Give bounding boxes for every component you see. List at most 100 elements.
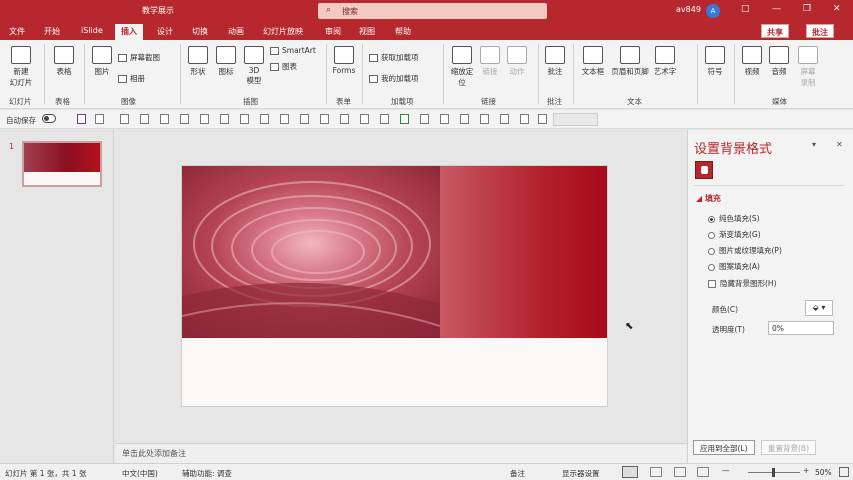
qat-tool-icon[interactable] — [300, 114, 309, 124]
share-button[interactable]: 共享 — [761, 24, 789, 38]
new-slide-button[interactable]: 新建 幻灯片 — [6, 46, 36, 88]
tab-animations[interactable]: 动画 — [228, 26, 244, 37]
slide-thumbnail[interactable] — [22, 141, 102, 187]
qat-tool-icon[interactable] — [360, 114, 369, 124]
video-button[interactable]: 视频 — [740, 46, 764, 77]
zoom-button[interactable]: 缩放定 位 — [449, 46, 475, 88]
qat-tool-icon[interactable] — [180, 114, 189, 124]
normal-view-icon[interactable] — [622, 466, 638, 478]
qat-tool-icon[interactable] — [200, 114, 209, 124]
slide-canvas[interactable] — [181, 165, 608, 407]
comment-button[interactable]: 批注 — [543, 46, 567, 77]
radio-pattern-fill[interactable]: 图案填充(A) — [708, 261, 760, 272]
qat-tool-icon[interactable] — [420, 114, 429, 124]
textbox-button[interactable]: 文本框 — [580, 46, 606, 77]
smartart-button[interactable]: SmartArt — [270, 46, 316, 55]
qat-tool-icon[interactable] — [500, 114, 509, 124]
3d-models-button[interactable]: 3D 模型 — [242, 46, 266, 86]
screen-recording-button[interactable]: 屏幕 录制 — [795, 46, 821, 88]
tab-design[interactable]: 设计 — [157, 26, 173, 37]
ribbon-display-icon[interactable]: □ — [741, 4, 750, 14]
radio-gradient-fill[interactable]: 渐变填充(G) — [708, 229, 761, 240]
autosave-toggle[interactable] — [42, 114, 56, 123]
qat-dropdown[interactable] — [553, 113, 598, 126]
symbols-button[interactable]: 符号 — [703, 46, 727, 77]
chevron-down-icon[interactable]: ▾ — [812, 140, 816, 149]
document-icon[interactable] — [538, 114, 547, 124]
link-button[interactable]: 链接 — [478, 46, 502, 77]
reading-view-icon[interactable] — [674, 467, 686, 477]
user-name[interactable]: av849 — [676, 5, 701, 14]
qat-tool-icon[interactable] — [320, 114, 329, 124]
apply-to-all-button[interactable]: 应用到全部(L) — [693, 440, 755, 455]
tab-view[interactable]: 视图 — [359, 26, 375, 37]
screenshot-button[interactable]: 屏幕截图 — [118, 52, 160, 63]
fill-section-header[interactable]: ◢ 填充 — [696, 193, 721, 204]
display-settings[interactable]: 显示器设置 — [562, 468, 600, 479]
header-footer-button[interactable]: 页眉和页脚 — [609, 46, 651, 77]
qat-tool-icon[interactable] — [220, 114, 229, 124]
qat-tool-icon[interactable] — [400, 114, 409, 124]
undo-icon[interactable] — [95, 114, 104, 124]
zoom-in-icon[interactable]: + — [803, 466, 809, 475]
get-addins-button[interactable]: 获取加载项 — [369, 52, 419, 63]
slide-sorter-icon[interactable] — [650, 467, 662, 477]
tab-review[interactable]: 审阅 — [325, 26, 341, 37]
icons-button[interactable]: 图标 — [214, 46, 238, 77]
action-button[interactable]: 动作 — [505, 46, 529, 77]
tab-home[interactable]: 开始 — [44, 26, 60, 37]
avatar[interactable]: A — [706, 4, 720, 18]
qat-tool-icon[interactable] — [240, 114, 249, 124]
notes-pane[interactable]: 单击此处添加备注 — [115, 443, 687, 463]
transparency-input[interactable]: 0% — [768, 321, 834, 335]
present-icon[interactable] — [140, 114, 149, 124]
zoom-out-icon[interactable]: — — [722, 466, 730, 475]
chart-button[interactable]: 图表 — [270, 61, 297, 72]
qat-tool-icon[interactable] — [160, 114, 169, 124]
tab-slideshow[interactable]: 幻灯片放映 — [263, 26, 303, 37]
radio-solid-fill[interactable]: 纯色填充(S) — [708, 213, 760, 224]
redo-icon[interactable] — [120, 114, 129, 124]
my-addins-button[interactable]: 我的加载项 — [369, 73, 419, 84]
qat-tool-icon[interactable] — [280, 114, 289, 124]
tab-transitions[interactable]: 切换 — [192, 26, 208, 37]
zoom-level[interactable]: 50% — [815, 468, 832, 477]
qat-tool-icon[interactable] — [380, 114, 389, 124]
qat-tool-icon[interactable] — [440, 114, 449, 124]
qat-tool-icon[interactable] — [520, 114, 529, 124]
qat-tool-icon[interactable] — [340, 114, 349, 124]
notes-toggle[interactable]: 备注 — [510, 468, 525, 479]
audio-button[interactable]: 音频 — [767, 46, 791, 77]
wordart-button[interactable]: 艺术字 — [652, 46, 678, 77]
search-box[interactable]: ⌕ 搜索 — [318, 3, 547, 19]
fill-color-picker[interactable]: ⬙ ▾ — [805, 300, 833, 316]
fit-slide-icon[interactable] — [839, 467, 849, 477]
tab-help[interactable]: 帮助 — [395, 26, 411, 37]
slideshow-icon[interactable] — [697, 467, 709, 477]
qat-tool-icon[interactable] — [260, 114, 269, 124]
restore-button[interactable]: ❐ — [803, 4, 811, 14]
table-button[interactable]: 表格 — [50, 46, 78, 77]
audio-icon — [769, 46, 789, 64]
pictures-button[interactable]: 图片 — [90, 46, 114, 77]
fill-bucket-icon[interactable] — [695, 161, 713, 179]
minimize-button[interactable]: — — [772, 4, 781, 14]
comments-button[interactable]: 批注 — [806, 24, 834, 38]
autosave-label: 自动保存 — [6, 116, 36, 125]
radio-picture-fill[interactable]: 图片或纹理填充(P) — [708, 245, 782, 256]
qat-tool-icon[interactable] — [460, 114, 469, 124]
tab-islide[interactable]: iSlide — [81, 26, 103, 35]
shapes-button[interactable]: 形状 — [186, 46, 210, 77]
close-button[interactable]: ✕ — [833, 4, 841, 14]
qat-tool-icon[interactable] — [480, 114, 489, 124]
language-indicator[interactable]: 中文(中国) — [122, 468, 158, 479]
close-icon[interactable]: ✕ — [836, 140, 843, 149]
photo-album-button[interactable]: 相册 — [118, 73, 145, 84]
tab-file[interactable]: 文件 — [9, 26, 25, 37]
forms-button[interactable]: Forms — [331, 46, 357, 75]
accessibility-status[interactable]: 辅助功能: 调查 — [182, 468, 232, 479]
zoom-slider-thumb[interactable] — [772, 468, 775, 477]
reset-background-button[interactable]: 重置背景(B) — [761, 440, 816, 455]
save-icon[interactable] — [77, 114, 86, 124]
hide-background-checkbox[interactable]: 隐藏背景图形(H) — [708, 278, 777, 289]
